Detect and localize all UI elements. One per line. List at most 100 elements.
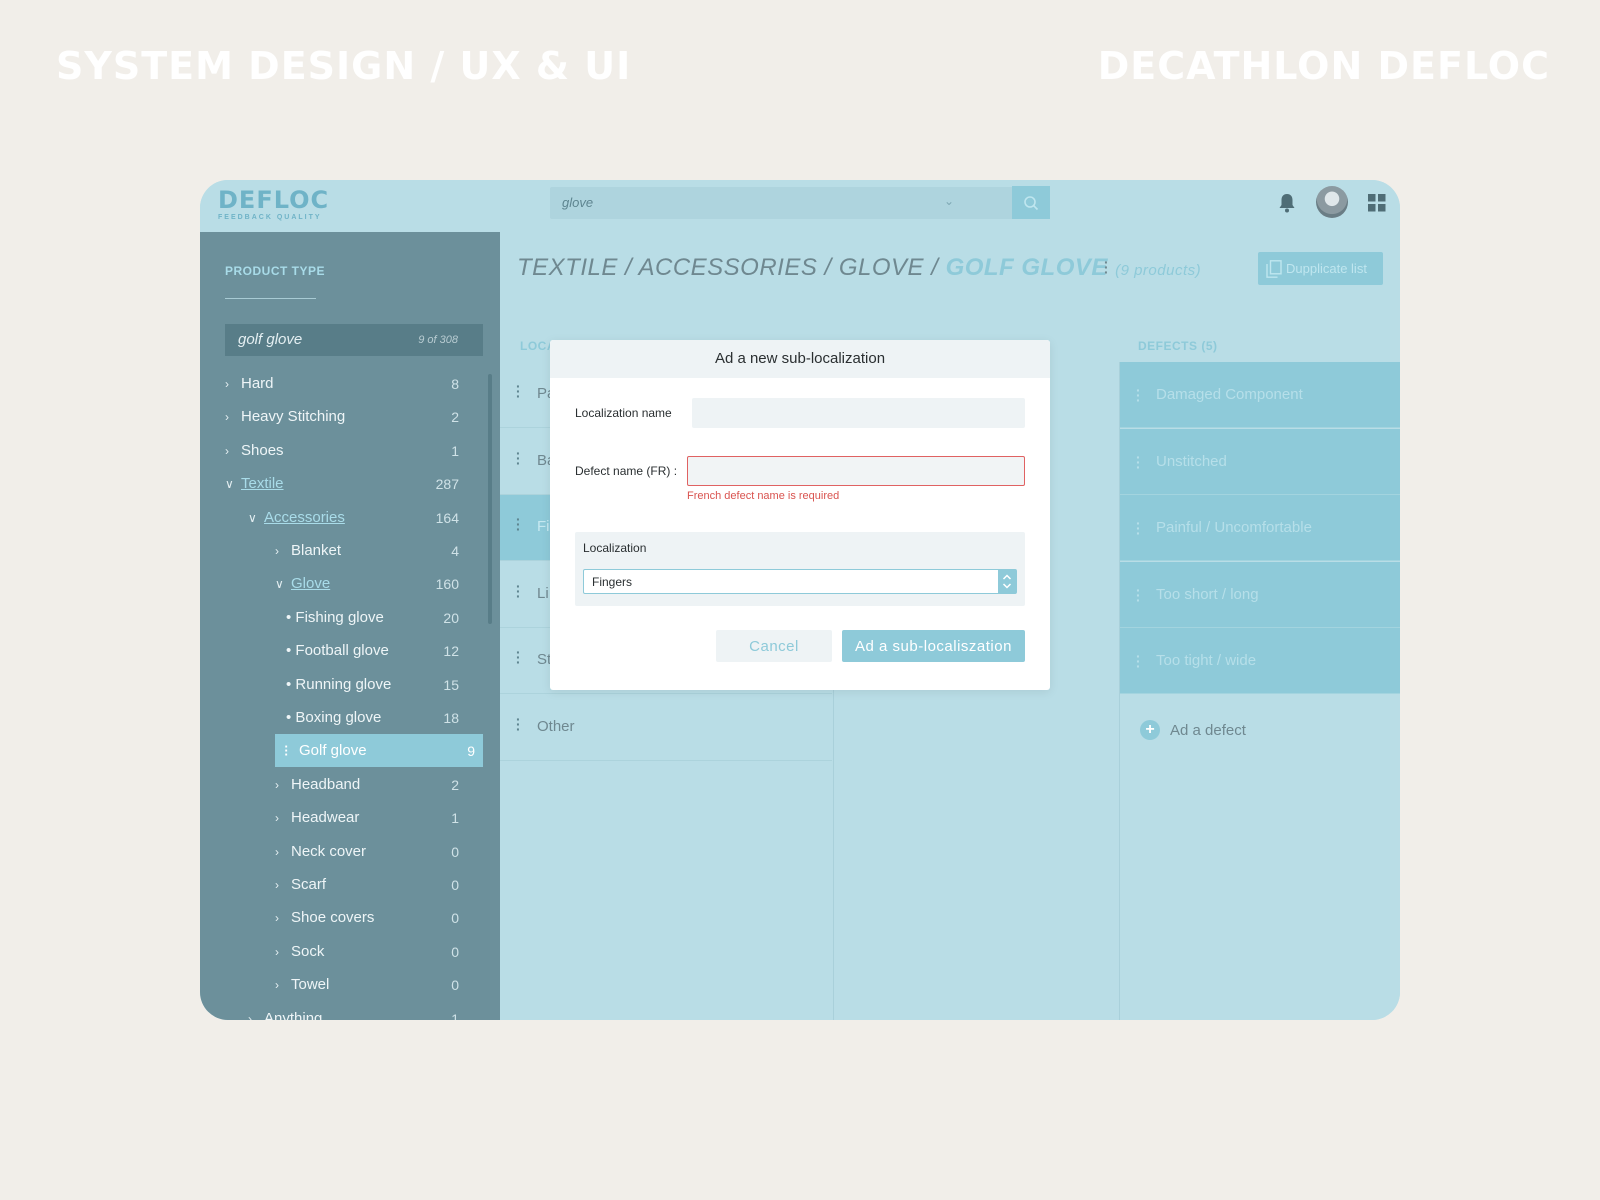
- sidebar-item-label: Glove: [291, 575, 331, 592]
- chevron-right-icon[interactable]: ›: [275, 778, 291, 792]
- sidebar-item-count: 15: [443, 676, 459, 693]
- sidebar-item-count: 18: [443, 709, 459, 726]
- sidebar-item-count: 1: [451, 1010, 459, 1021]
- defect-row[interactable]: · · · Damaged Component: [1120, 362, 1400, 428]
- chevron-right-icon[interactable]: ›: [225, 410, 241, 424]
- chevron-down-icon[interactable]: ∨: [275, 577, 291, 591]
- sidebar-item-count: 4: [451, 542, 459, 559]
- sidebar-item[interactable]: › Shoe covers 0: [275, 901, 483, 934]
- breadcrumb-path[interactable]: TEXTILE / ACCESSORIES / GLOVE /: [517, 254, 946, 281]
- chevron-right-icon[interactable]: ›: [225, 444, 241, 458]
- localization-select[interactable]: Fingers: [583, 569, 1017, 594]
- sidebar-item[interactable]: › Blanket 4: [275, 534, 483, 567]
- defects-column-header: DEFECTS (5): [1138, 339, 1218, 353]
- sidebar-item-label: Anything: [264, 1010, 323, 1020]
- chevron-right-icon[interactable]: ›: [275, 845, 291, 859]
- sidebar-item-count: 9: [467, 742, 475, 759]
- duplicate-list-label: Dupplicate list: [1286, 261, 1367, 276]
- sidebar-item-count: 20: [443, 609, 459, 626]
- sidebar-item-label: Shoes: [241, 442, 284, 459]
- sidebar-item-label: Heavy Stitching: [241, 408, 346, 425]
- chevron-right-icon[interactable]: ›: [275, 811, 291, 825]
- cancel-button[interactable]: Cancel: [716, 630, 832, 662]
- sidebar-item[interactable]: › Sock 0: [275, 935, 483, 968]
- sidebar-item-label: Shoe covers: [291, 909, 375, 926]
- sidebar-item[interactable]: › Neck cover 0: [275, 835, 483, 868]
- sidebar-item-count: 164: [435, 509, 459, 526]
- drag-handle-icon[interactable]: · · ·: [516, 645, 521, 669]
- chevron-right-icon[interactable]: ›: [275, 544, 291, 558]
- drag-handle-icon[interactable]: · · ·: [516, 512, 521, 536]
- product-type-filter-input[interactable]: golf glove 9 of 308: [225, 324, 483, 356]
- chevron-right-icon[interactable]: ›: [248, 1012, 264, 1021]
- chevron-down-icon[interactable]: ⌄: [944, 194, 954, 208]
- add-sub-localization-button[interactable]: Ad a sub-localiszation: [842, 630, 1025, 662]
- defect-row[interactable]: · · · Unstitched: [1120, 428, 1400, 495]
- add-defect-label: Ad a defect: [1170, 721, 1246, 739]
- sidebar-item-label: Sock: [291, 943, 325, 960]
- search-button[interactable]: [1012, 186, 1050, 219]
- chevron-down-icon[interactable]: ∨: [225, 477, 241, 491]
- logo[interactable]: DEFLOC FEEDBACK QUALITY: [218, 186, 329, 221]
- chevron-down-icon[interactable]: ∨: [248, 511, 264, 525]
- chevron-right-icon[interactable]: ›: [225, 377, 241, 391]
- defect-row[interactable]: · · · Too short / long: [1120, 561, 1400, 628]
- sidebar-item-count: 0: [451, 909, 459, 926]
- drag-handle-icon[interactable]: · · ·: [1136, 383, 1141, 407]
- duplicate-list-button[interactable]: Dupplicate list: [1258, 252, 1383, 285]
- sidebar-item[interactable]: ∨ Glove 160: [275, 567, 483, 600]
- drag-handle-icon[interactable]: · · ·: [1136, 583, 1141, 607]
- select-arrows-icon[interactable]: [998, 570, 1016, 593]
- chevron-right-icon[interactable]: ›: [275, 978, 291, 992]
- chevron-right-icon[interactable]: ›: [275, 911, 291, 925]
- bell-icon[interactable]: [1278, 193, 1296, 213]
- sidebar-item-label: • Running glove: [286, 676, 392, 693]
- sidebar-item[interactable]: › Shoes 1: [225, 434, 483, 467]
- search-value: glove: [562, 195, 594, 210]
- sidebar-title-underline: [225, 298, 316, 299]
- chevron-right-icon[interactable]: ›: [275, 945, 291, 959]
- drag-handle-icon[interactable]: · · ·: [516, 579, 521, 603]
- breadcrumb: TEXTILE / ACCESSORIES / GLOVE / GOLF GLO…: [517, 254, 1201, 282]
- drag-handle-icon[interactable]: · · ·: [1136, 450, 1141, 474]
- sidebar-item[interactable]: • Running glove 15: [286, 668, 483, 701]
- localization-name-input[interactable]: [692, 398, 1025, 428]
- defect-row[interactable]: · · · Too tight / wide: [1120, 628, 1400, 695]
- sidebar-item[interactable]: › Heavy Stitching 2: [225, 400, 483, 433]
- sidebar-item[interactable]: › Headband 2: [275, 768, 483, 801]
- drag-handle-icon[interactable]: · · ·: [516, 379, 521, 403]
- localization-label: Fi: [537, 518, 550, 536]
- drag-handle-icon[interactable]: · · ·: [1136, 516, 1141, 540]
- localization-row[interactable]: · · · Other: [500, 695, 832, 761]
- drag-handle-icon[interactable]: · · ·: [1136, 649, 1141, 673]
- more-options-icon[interactable]: · · ·: [1104, 255, 1109, 279]
- sidebar-item-label: Hard: [241, 375, 274, 392]
- sidebar-scrollbar[interactable]: [488, 374, 492, 624]
- sidebar-item[interactable]: › Hard 8: [225, 367, 483, 400]
- sidebar-item[interactable]: • Fishing glove 20: [286, 601, 483, 634]
- sidebar-item[interactable]: • Football glove 12: [286, 634, 483, 667]
- defect-name-fr-input[interactable]: [687, 456, 1025, 486]
- sidebar-item[interactable]: · · · Golf glove 9: [275, 734, 483, 767]
- add-sub-localization-dialog: Ad a new sub-localization Localization n…: [550, 340, 1050, 690]
- defect-name-error: French defect name is required: [687, 490, 840, 502]
- sidebar-item-label: Blanket: [291, 542, 342, 559]
- sidebar-item[interactable]: › Anything 1: [248, 1002, 483, 1020]
- sidebar-item[interactable]: • Boxing glove 18: [286, 701, 483, 734]
- search-input[interactable]: glove ⌄: [550, 187, 1014, 219]
- sidebar-item[interactable]: › Headwear 1: [275, 801, 483, 834]
- drag-handle-icon[interactable]: · · ·: [516, 446, 521, 470]
- sidebar-item[interactable]: › Towel 0: [275, 968, 483, 1001]
- sidebar-item[interactable]: ∨ Textile 287: [225, 467, 483, 500]
- sidebar-item[interactable]: › Scarf 0: [275, 868, 483, 901]
- chevron-right-icon[interactable]: ›: [275, 878, 291, 892]
- drag-handle-icon[interactable]: · · ·: [516, 712, 521, 736]
- defect-row[interactable]: · · · Painful / Uncomfortable: [1120, 495, 1400, 562]
- avatar[interactable]: [1316, 186, 1348, 218]
- apps-grid-icon[interactable]: [1368, 194, 1386, 212]
- add-defect-button[interactable]: + Ad a defect: [1140, 720, 1246, 740]
- breadcrumb-current: GOLF GLOVE: [945, 254, 1108, 281]
- drag-handle-icon[interactable]: · · ·: [279, 740, 293, 761]
- localization-section: Localization Fingers: [575, 532, 1025, 606]
- sidebar-item[interactable]: ∨ Accessories 164: [248, 501, 483, 534]
